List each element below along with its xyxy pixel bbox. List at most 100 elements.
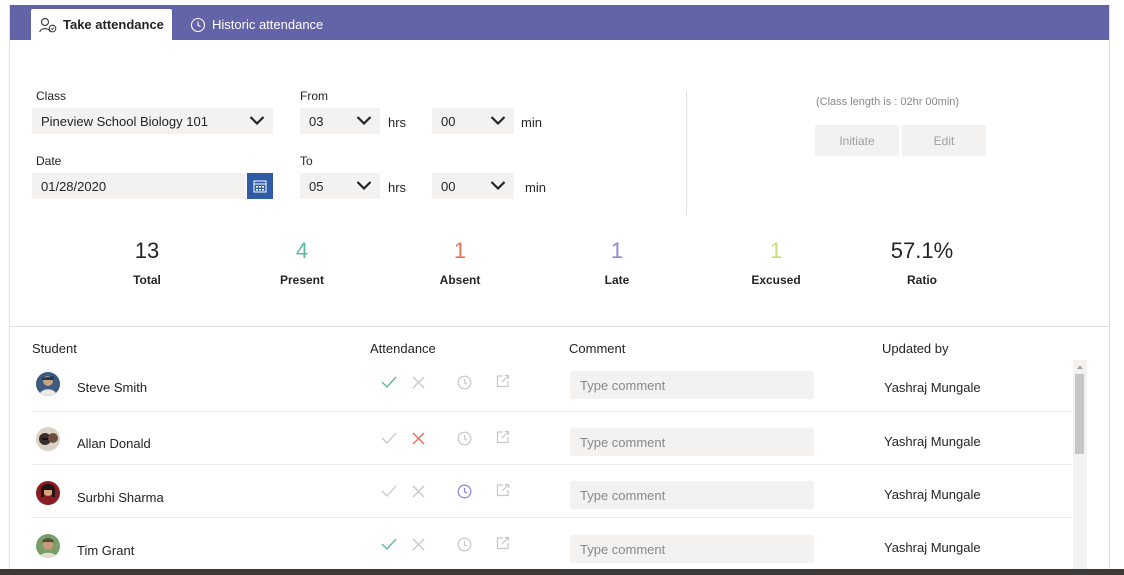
history-clock-icon xyxy=(190,17,206,32)
from-hours-value: 03 xyxy=(309,113,324,129)
stat-excused-label: Excused xyxy=(751,273,801,287)
comment-input[interactable]: Type comment xyxy=(570,481,814,509)
stat-ratio-label: Ratio xyxy=(907,273,937,287)
student-name: Surbhi Sharma xyxy=(77,490,164,505)
check-icon xyxy=(381,538,397,551)
x-icon xyxy=(412,376,424,388)
to-minutes-value: 00 xyxy=(441,178,456,194)
table-row: Allan Donald Type comment Yashraj Mungal… xyxy=(32,412,1072,465)
chevron-down-icon xyxy=(490,181,506,191)
export-icon xyxy=(496,483,510,497)
comment-input[interactable]: Type comment xyxy=(570,428,814,456)
table-row: Steve Smith Type comment Yashraj Mungale xyxy=(32,359,1072,412)
calendar-icon xyxy=(253,180,267,192)
x-icon xyxy=(411,431,425,445)
calendar-button[interactable] xyxy=(247,173,273,199)
mark-present-button[interactable] xyxy=(378,427,400,449)
class-select-value: Pineview School Biology 101 xyxy=(41,113,208,129)
tab-historic-attendance[interactable]: Historic attendance xyxy=(182,9,331,40)
mark-absent-button[interactable] xyxy=(407,480,429,502)
chevron-down-icon xyxy=(356,181,372,191)
mark-excused-button[interactable] xyxy=(492,426,514,448)
scroll-up-arrow-icon[interactable] xyxy=(1076,364,1084,370)
column-header-student: Student xyxy=(32,341,77,356)
clock-icon xyxy=(457,537,471,551)
stat-ratio-value: 57.1% xyxy=(890,238,954,263)
updated-by: Yashraj Mungale xyxy=(884,487,981,502)
mark-present-button[interactable] xyxy=(378,371,400,393)
mark-excused-button[interactable] xyxy=(492,370,514,392)
mark-absent-button[interactable] xyxy=(407,427,429,449)
from-min-unit: min xyxy=(521,115,542,130)
student-name: Allan Donald xyxy=(77,436,151,451)
to-hours-value: 05 xyxy=(309,178,324,194)
mark-late-button[interactable] xyxy=(453,371,475,393)
stat-late-value: 1 xyxy=(610,238,624,263)
x-icon xyxy=(412,485,424,497)
mark-present-button[interactable] xyxy=(378,533,400,555)
to-label: To xyxy=(300,154,313,168)
edit-button[interactable]: Edit xyxy=(902,125,986,156)
export-icon xyxy=(496,430,510,444)
mark-excused-button[interactable] xyxy=(492,479,514,501)
stat-excused: 1 Excused xyxy=(716,237,836,287)
avatar xyxy=(36,372,60,396)
check-icon xyxy=(381,432,397,444)
tab-take-attendance[interactable]: Take attendance xyxy=(31,9,172,40)
from-hrs-unit: hrs xyxy=(388,115,407,130)
initiate-button[interactable]: Initiate xyxy=(815,125,899,156)
bottom-bar xyxy=(0,569,1124,575)
date-input[interactable]: 01/28/2020 xyxy=(32,173,246,199)
export-icon xyxy=(496,374,510,388)
mark-late-button[interactable] xyxy=(453,480,475,502)
from-label: From xyxy=(300,89,328,103)
stat-excused-value: 1 xyxy=(769,238,783,263)
comment-input[interactable]: Type comment xyxy=(570,371,814,399)
stat-ratio: 57.1% Ratio xyxy=(862,237,982,287)
updated-by: Yashraj Mungale xyxy=(884,540,981,555)
scrollbar-thumb[interactable] xyxy=(1075,374,1084,454)
attendance-app: Take attendance Historic attendance Clas… xyxy=(9,5,1110,569)
stat-total: 13 Total xyxy=(87,237,207,287)
clock-icon xyxy=(457,375,471,389)
section-divider xyxy=(10,326,1109,327)
mark-late-button[interactable] xyxy=(453,533,475,555)
avatar xyxy=(36,427,60,451)
chevron-down-icon xyxy=(249,116,265,126)
mark-late-button[interactable] xyxy=(453,427,475,449)
column-header-attendance: Attendance xyxy=(370,341,436,356)
to-hrs-unit: hrs xyxy=(388,180,407,195)
to-hours-select[interactable]: 05 xyxy=(300,173,380,199)
updated-by: Yashraj Mungale xyxy=(884,434,981,449)
stat-late-label: Late xyxy=(604,273,630,287)
avatar xyxy=(36,534,60,558)
chevron-down-icon xyxy=(356,116,372,126)
class-select[interactable]: Pineview School Biology 101 xyxy=(32,108,273,134)
mark-absent-button[interactable] xyxy=(407,533,429,555)
student-name: Steve Smith xyxy=(77,380,148,395)
student-name: Tim Grant xyxy=(77,543,135,558)
date-value: 01/28/2020 xyxy=(41,178,107,194)
mark-excused-button[interactable] xyxy=(492,532,514,554)
tab-historic-attendance-label: Historic attendance xyxy=(212,17,324,32)
vertical-divider xyxy=(686,91,687,215)
clock-icon xyxy=(457,484,471,498)
from-minutes-select[interactable]: 00 xyxy=(432,108,514,134)
to-minutes-select[interactable]: 00 xyxy=(432,173,514,199)
stat-present-label: Present xyxy=(279,273,325,287)
table-scrollbar[interactable] xyxy=(1073,360,1087,569)
class-label: Class xyxy=(36,89,67,103)
tab-bar: Take attendance Historic attendance xyxy=(10,5,1109,40)
table-row: Tim Grant Type comment Yashraj Mungale xyxy=(32,518,1072,569)
x-icon xyxy=(412,538,424,550)
mark-absent-button[interactable] xyxy=(407,371,429,393)
date-label: Date xyxy=(36,154,62,168)
updated-by: Yashraj Mungale xyxy=(884,380,981,395)
from-minutes-value: 00 xyxy=(441,113,456,129)
mark-present-button[interactable] xyxy=(378,480,400,502)
stat-absent-label: Absent xyxy=(439,273,481,287)
comment-input[interactable]: Type comment xyxy=(570,535,814,563)
check-icon xyxy=(381,376,397,389)
from-hours-select[interactable]: 03 xyxy=(300,108,380,134)
column-header-updated-by: Updated by xyxy=(882,341,949,356)
